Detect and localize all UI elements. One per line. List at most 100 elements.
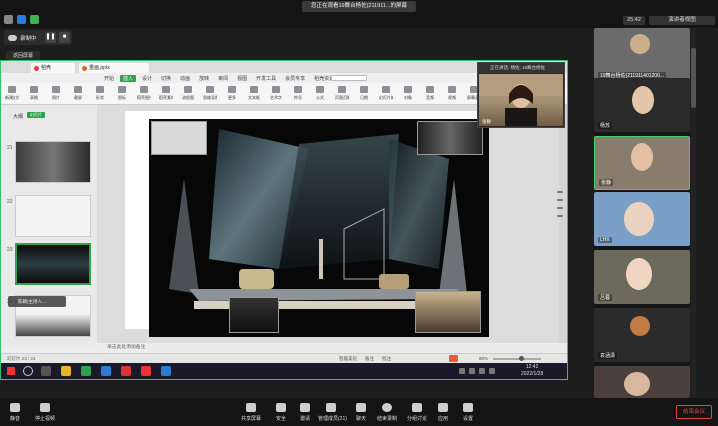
play-icon[interactable] [449,355,458,362]
end-meeting-button[interactable]: 结束会议 [676,405,712,419]
participant-tile[interactable]: 吕蓉 [594,250,690,304]
wps-icon[interactable] [141,366,151,376]
menu-animation[interactable]: 动画 [177,75,193,82]
start-icon[interactable] [7,367,15,375]
participant-tile[interactable] [594,366,690,398]
tray-icon[interactable] [489,368,495,374]
participant-tile[interactable]: 杨苏 [594,78,690,132]
animation-icon[interactable] [557,207,563,209]
meeting-icon[interactable] [161,366,171,376]
outline-tab[interactable]: 大纲 [13,114,23,120]
status-actions: 智能美化 备注 批注 [339,356,391,362]
chat-button[interactable]: 聊天 [348,403,374,423]
ribbon-formula[interactable]: 公式 [313,86,327,102]
ribbon-more[interactable]: 更多 [225,86,239,102]
security-button[interactable]: 安全 [268,403,294,423]
ribbon-daoke-image[interactable]: 稻壳图片 [137,86,151,102]
screenshot-icon [74,86,82,93]
speaker-float-window[interactable]: 正在讲话: 杨佐; 19舞台杨佐 张静 [477,62,565,128]
manage-members-button[interactable]: 管理成员(21) [318,403,347,423]
slide-thumb-23[interactable] [15,243,91,285]
ribbon-table[interactable]: 表格 [27,86,41,102]
ribbon-mindmap[interactable]: 思维导图 [203,86,217,102]
ribbon-symbol[interactable]: 符号 [291,86,305,102]
info-icon[interactable] [4,15,13,24]
browser-icon[interactable] [101,366,111,376]
gear-icon [463,403,473,412]
zoom-knob[interactable] [519,356,524,361]
menu-slideshow[interactable]: 放映 [196,75,212,82]
select-icon[interactable] [557,191,563,193]
ribbon-daoke-asset[interactable]: 稻壳素材 [159,86,173,102]
ribbon-flowchart[interactable]: 流程图 [181,86,195,102]
ribbon-shape[interactable]: 形状 [93,86,107,102]
settings-button[interactable]: 设置 [455,403,481,423]
tab-pptx[interactable]: 重画.pptx [79,63,149,73]
invite-button[interactable]: 邀请 [292,403,318,423]
breakout-button[interactable]: 分组讨论 [404,403,430,423]
ribbon-audio[interactable]: 音频 [423,86,437,102]
shape-icon [96,86,104,93]
notes-field[interactable]: 单击此处添加备注 [101,343,567,353]
wechat-icon[interactable] [81,366,91,376]
participant-tile[interactable]: 19舞台杨佐(211911401200... [594,28,690,82]
music-icon[interactable] [121,366,131,376]
stop-icon[interactable]: ■ [59,32,70,43]
ribbon-date[interactable]: 日期 [357,86,371,102]
ribbon-slide-number[interactable]: 幻灯片编号 [379,86,393,102]
tab-daoke[interactable]: 稻壳 [31,63,75,73]
tray-icon[interactable] [459,368,465,374]
avatar [630,34,650,54]
share-screen-button[interactable]: 共享屏幕 [238,403,264,423]
daoke-image-icon [140,86,148,93]
comments-button[interactable]: 批注 [382,356,391,362]
recording-status: 录制中 [20,35,37,42]
menu-review[interactable]: 审阅 [215,75,231,82]
participants-scrollbar[interactable] [691,28,696,398]
mute-button[interactable]: 静音 [2,403,28,423]
beautify-button[interactable]: 智能美化 [339,356,357,362]
slide-thumb-21[interactable] [15,141,91,183]
slides-tab[interactable]: 幻灯片 [27,112,45,118]
menu-view[interactable]: 视图 [234,75,250,82]
tray-icon[interactable] [479,368,485,374]
notes-button[interactable]: 备注 [365,356,374,362]
participant-tile[interactable]: 张静 [594,136,690,190]
menu-insert[interactable]: 插入 [120,74,137,82]
menu-dev[interactable]: 开发工具 [253,75,279,82]
tray-icon[interactable] [469,368,475,374]
share-title[interactable]: 您正在观看19舞台杨佐(211911...的屏幕 [302,1,416,12]
ribbon-video[interactable]: 视频 [445,86,459,102]
slide-thumb-22[interactable] [15,195,91,237]
style-icon[interactable] [557,199,563,201]
zoom-slider[interactable] [493,358,541,360]
menu-member[interactable]: 会员专享 [282,75,308,82]
scroll-thumb[interactable] [691,48,696,108]
menu-design[interactable]: 设计 [139,75,155,82]
menu-home[interactable]: 开始 [101,75,117,82]
pause-icon[interactable]: ❚❚ [45,32,56,43]
participant-tile[interactable]: LHX [594,192,690,246]
command-search[interactable] [331,75,367,81]
ppt-icon [82,66,87,71]
ribbon-wordart[interactable]: 艺术字 [269,86,283,102]
ribbon-icon[interactable]: 图标 [115,86,129,102]
view-toggle-button[interactable]: 演讲者视图 [649,16,715,25]
ribbon-header-footer[interactable]: 页眉页脚 [335,86,349,102]
ribbon-textbox[interactable]: 文本框 [247,86,261,102]
participant-tile[interactable]: 袁涵潇 [594,308,690,362]
stop-video-button[interactable]: 停止视频 [32,403,58,423]
settings-icon[interactable] [557,215,563,217]
end-recording-button[interactable]: 结束录制 [374,403,400,423]
ribbon-screenshot[interactable]: 截屏 [71,86,85,102]
shield-icon[interactable] [17,15,26,24]
task-view-icon[interactable] [41,366,51,376]
ribbon-image[interactable]: 图片 [49,86,63,102]
ribbon-new-slide[interactable]: 新建幻灯片 [5,86,19,102]
search-icon[interactable] [23,366,33,376]
menu-transition[interactable]: 切换 [158,75,174,82]
apps-button[interactable]: 应用 [430,403,456,423]
slide-canvas [97,105,567,343]
ribbon-object[interactable]: 对象 [401,86,415,102]
chrome-icon[interactable] [61,366,71,376]
